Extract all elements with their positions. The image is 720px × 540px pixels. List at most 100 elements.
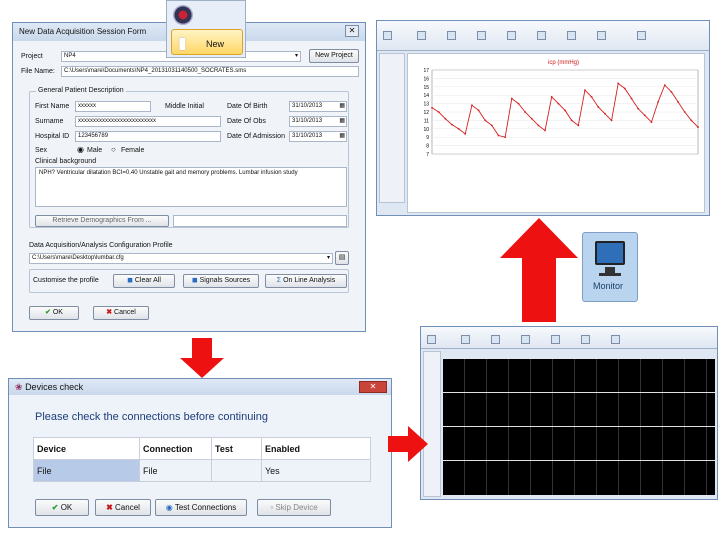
calendar-icon[interactable]: ▦ [339,102,345,111]
data-point [597,106,600,108]
new-project-button[interactable]: New Project [309,49,359,63]
ribbon-icon[interactable] [521,335,530,344]
ribbon-icon[interactable] [461,335,470,344]
devices-message: Please check the connections before cont… [35,411,268,423]
clear-all-button[interactable]: ◼ Clear All [113,274,175,288]
ribbon-icon[interactable] [581,335,590,344]
y-tick-label: 9 [426,135,429,141]
ribbon-icon[interactable] [383,31,392,40]
surname-field[interactable]: xxxxxxxxxxxxxxxxxxxxxxxxxx [75,116,221,127]
arrow-down-icon [180,338,224,378]
ribbon-icon[interactable] [427,335,436,344]
data-point [484,119,487,122]
y-tick-label: 10 [423,127,429,133]
data-point [464,132,467,135]
new-menu-item[interactable]: ▮ New [171,29,243,55]
monitor-trace-panel [443,461,715,495]
cross-icon: ✖ [106,503,113,512]
data-point [451,123,453,126]
cancel-button[interactable]: ✖ Cancel [93,306,149,320]
date-of-obs-field[interactable]: 31/10/2013 ▦ [289,116,347,127]
analysis-side-panel [379,53,405,203]
monitor-button[interactable]: Monitor [582,232,638,302]
y-tick-label: 17 [423,68,429,74]
devices-check-titlebar: ❀ Devices check [9,379,391,395]
device-cell[interactable]: File [33,459,140,482]
monitor-trace-panel [443,393,715,427]
date-of-birth-field[interactable]: 31/10/2013 ▦ [289,101,347,112]
clear-icon: ◼ [127,277,133,284]
ribbon-icon[interactable] [537,31,546,40]
data-point [457,127,460,130]
data-point [550,95,553,98]
hospital-id-field[interactable]: 123456789 [75,131,221,142]
skip-device-button[interactable]: ▫ Skip Device [257,499,331,516]
monitor-icon [595,241,625,265]
check-icon: ✔ [45,309,51,316]
general-patient-group-title: General Patient Description [36,87,126,94]
data-point [471,104,473,107]
devices-check-dialog: ❀ Devices check ✕ Please check the conne… [8,378,392,528]
data-point [444,117,447,120]
ribbon-icon[interactable] [447,31,456,40]
retrieve-source-field[interactable] [173,215,347,227]
data-point [657,101,659,103]
online-analysis-button[interactable]: Σ On Line Analysis [265,274,347,288]
test-connections-button[interactable]: ◉ Test Connections [155,499,247,516]
column-header-enabled: Enabled [261,437,371,460]
table-row[interactable]: File File Yes [33,459,371,482]
cross-icon: ✖ [106,309,113,316]
ribbon-icon[interactable] [611,335,620,344]
chevron-down-icon: ▾ [326,255,330,261]
browse-profile-button[interactable]: ▤ [335,251,349,265]
monitor-window [420,326,718,500]
first-name-field[interactable]: xxxxxx [75,101,151,112]
ok-button[interactable]: ✔ OK [35,499,89,516]
female-radio[interactable]: ○ [111,145,116,154]
ribbon-icon[interactable] [491,335,500,344]
close-icon[interactable]: ✕ [359,381,387,393]
y-tick-label: 11 [424,118,429,124]
close-icon[interactable]: ✕ [345,25,359,37]
ribbon-icon[interactable] [507,31,516,40]
config-group-title: Data Acquisition/Analysis Configuration … [29,242,173,249]
calendar-icon[interactable]: ▦ [339,132,345,141]
ok-button[interactable]: ✔ OK [29,306,79,320]
clinical-background-textarea[interactable]: NPH? Ventricular dilatation BCI=0.40 Uns… [35,167,347,207]
ribbon-icon[interactable] [637,31,646,40]
new-label: New [206,39,225,49]
calendar-icon[interactable]: ▦ [339,117,345,126]
arrow-up-icon [500,218,578,322]
config-profile-select[interactable]: C:\Users\mare\Desktop\lumbar.cfg ▾ [29,253,333,264]
ribbon-icon[interactable] [477,31,486,40]
signals-sources-button[interactable]: ◼ Signals Sources [183,274,259,288]
ribbon-icon[interactable] [417,31,426,40]
test-cell[interactable] [211,459,262,482]
y-tick-label: 15 [423,85,429,91]
monitor-trace-panel [443,427,715,461]
male-radio[interactable]: ◉ [77,145,84,154]
ribbon-icon[interactable] [551,335,560,344]
customise-label: Customise the profile [33,277,99,284]
monitor-label: Monitor [593,281,624,291]
data-point [517,102,520,105]
monitor-base [599,273,621,276]
project-label: Project [21,53,43,60]
cancel-button[interactable]: ✖ Cancel [95,499,151,516]
data-point [617,82,620,85]
enabled-cell[interactable]: Yes [261,459,371,482]
signal-icon: ◼ [191,277,198,284]
data-point [650,121,653,123]
sigma-icon: Σ [276,277,282,284]
data-point [677,101,679,103]
connection-cell[interactable]: File [139,459,212,482]
ribbon-icon[interactable] [597,31,606,40]
data-point [630,97,633,100]
file-name-field[interactable]: C:\Users\mare\Documents\NP4_201310311405… [61,66,359,77]
ribbon-icon[interactable] [567,31,576,40]
date-of-admission-label: Date Of Admission [227,133,285,140]
date-of-admission-field[interactable]: 31/10/2013 ▦ [289,131,347,142]
retrieve-demographics-button[interactable]: Retrieve Demographics From ... [35,215,169,227]
data-point [510,97,513,100]
middle-initial-label: Middle Initial [165,103,204,110]
